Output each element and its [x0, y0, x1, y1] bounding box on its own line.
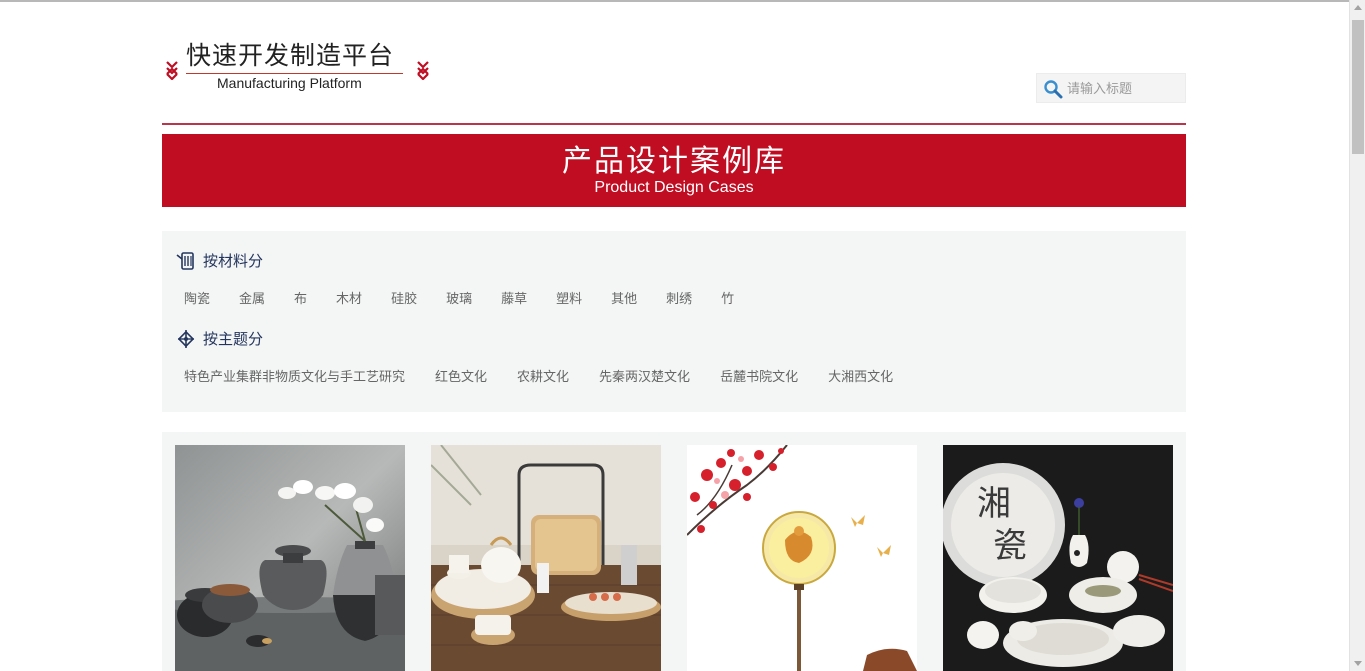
scroll-down-arrow-icon[interactable]	[1354, 661, 1362, 666]
case-image-round-fan	[687, 445, 917, 671]
material-tag-embroidery[interactable]: 刺绣	[666, 288, 692, 307]
filter-title-theme-label: 按主题分	[203, 330, 264, 348]
logo-title-cn: 快速开发制造平台	[186, 41, 395, 70]
plate-calligraphy-char-2: 瓷	[993, 526, 1027, 566]
chinese-knot-icon	[417, 61, 429, 80]
chinese-knot-icon	[166, 61, 178, 80]
case-image-ceramic-vases	[175, 445, 405, 671]
theme-tag-xiangxi-culture[interactable]: 大湘西文化	[828, 366, 893, 385]
theme-tag-red-culture[interactable]: 红色文化	[435, 366, 487, 385]
header-divider	[162, 123, 1186, 125]
banner-title-cn: 产品设计案例库	[562, 144, 786, 179]
material-icon	[176, 251, 194, 270]
filter-title-material: 按材料分	[176, 250, 263, 271]
material-tag-metal[interactable]: 金属	[239, 288, 265, 307]
search-input[interactable]	[1067, 78, 1181, 100]
material-tag-rattan[interactable]: 藤草	[501, 288, 527, 307]
scroll-up-arrow-icon[interactable]	[1354, 5, 1362, 10]
header: 快速开发制造平台 Manufacturing Platform	[162, 0, 1186, 125]
search-icon[interactable]	[1043, 79, 1063, 99]
section-banner: 产品设计案例库 Product Design Cases	[162, 134, 1186, 207]
logo-title-en: Manufacturing Platform	[217, 75, 362, 91]
plate-calligraphy-char-1: 湘	[977, 484, 1011, 524]
scrollbar-thumb[interactable]	[1352, 20, 1364, 154]
material-tag-list: 陶瓷 金属 布 木材 硅胶 玻璃 藤草 塑料 其他 刺绣 竹	[184, 288, 763, 307]
banner-title-en: Product Design Cases	[594, 179, 754, 196]
filter-title-theme: 按主题分	[176, 328, 263, 349]
case-image-tea-set	[431, 445, 661, 671]
material-tag-other[interactable]: 其他	[611, 288, 637, 307]
case-card[interactable]: 湘 瓷	[943, 445, 1173, 671]
theme-tag-chu-culture[interactable]: 先秦两汉楚文化	[599, 366, 690, 385]
site-logo[interactable]: 快速开发制造平台 Manufacturing Platform	[162, 40, 434, 94]
material-tag-bamboo[interactable]: 竹	[721, 288, 734, 307]
search-box	[1036, 73, 1186, 103]
material-tag-glass[interactable]: 玻璃	[446, 288, 472, 307]
case-gallery: 湘 瓷	[162, 432, 1186, 671]
material-tag-silicone[interactable]: 硅胶	[391, 288, 417, 307]
case-card[interactable]	[431, 445, 661, 671]
theme-tag-yuelu-academy[interactable]: 岳麓书院文化	[720, 366, 798, 385]
theme-tag-farming-culture[interactable]: 农耕文化	[517, 366, 569, 385]
case-card[interactable]	[175, 445, 405, 671]
filter-panel: 按材料分 陶瓷 金属 布 木材 硅胶 玻璃 藤草 塑料 其他 刺绣 竹 按主题分	[162, 231, 1186, 412]
theme-tag-list: 特色产业集群非物质文化与手工艺研究 红色文化 农耕文化 先秦两汉楚文化 岳麓书院…	[184, 366, 923, 385]
material-tag-wood[interactable]: 木材	[336, 288, 362, 307]
material-tag-cloth[interactable]: 布	[294, 288, 307, 307]
theme-icon	[177, 329, 195, 348]
case-card[interactable]	[687, 445, 917, 671]
material-tag-plastic[interactable]: 塑料	[556, 288, 582, 307]
material-tag-ceramic[interactable]: 陶瓷	[184, 288, 210, 307]
theme-tag-craft-research[interactable]: 特色产业集群非物质文化与手工艺研究	[184, 366, 405, 385]
page-container: 快速开发制造平台 Manufacturing Platform 产品设计案例库	[162, 0, 1186, 671]
filter-title-material-label: 按材料分	[203, 252, 264, 270]
case-image-xiangci-tableware: 湘 瓷	[943, 445, 1173, 671]
vertical-scrollbar[interactable]	[1349, 0, 1365, 671]
